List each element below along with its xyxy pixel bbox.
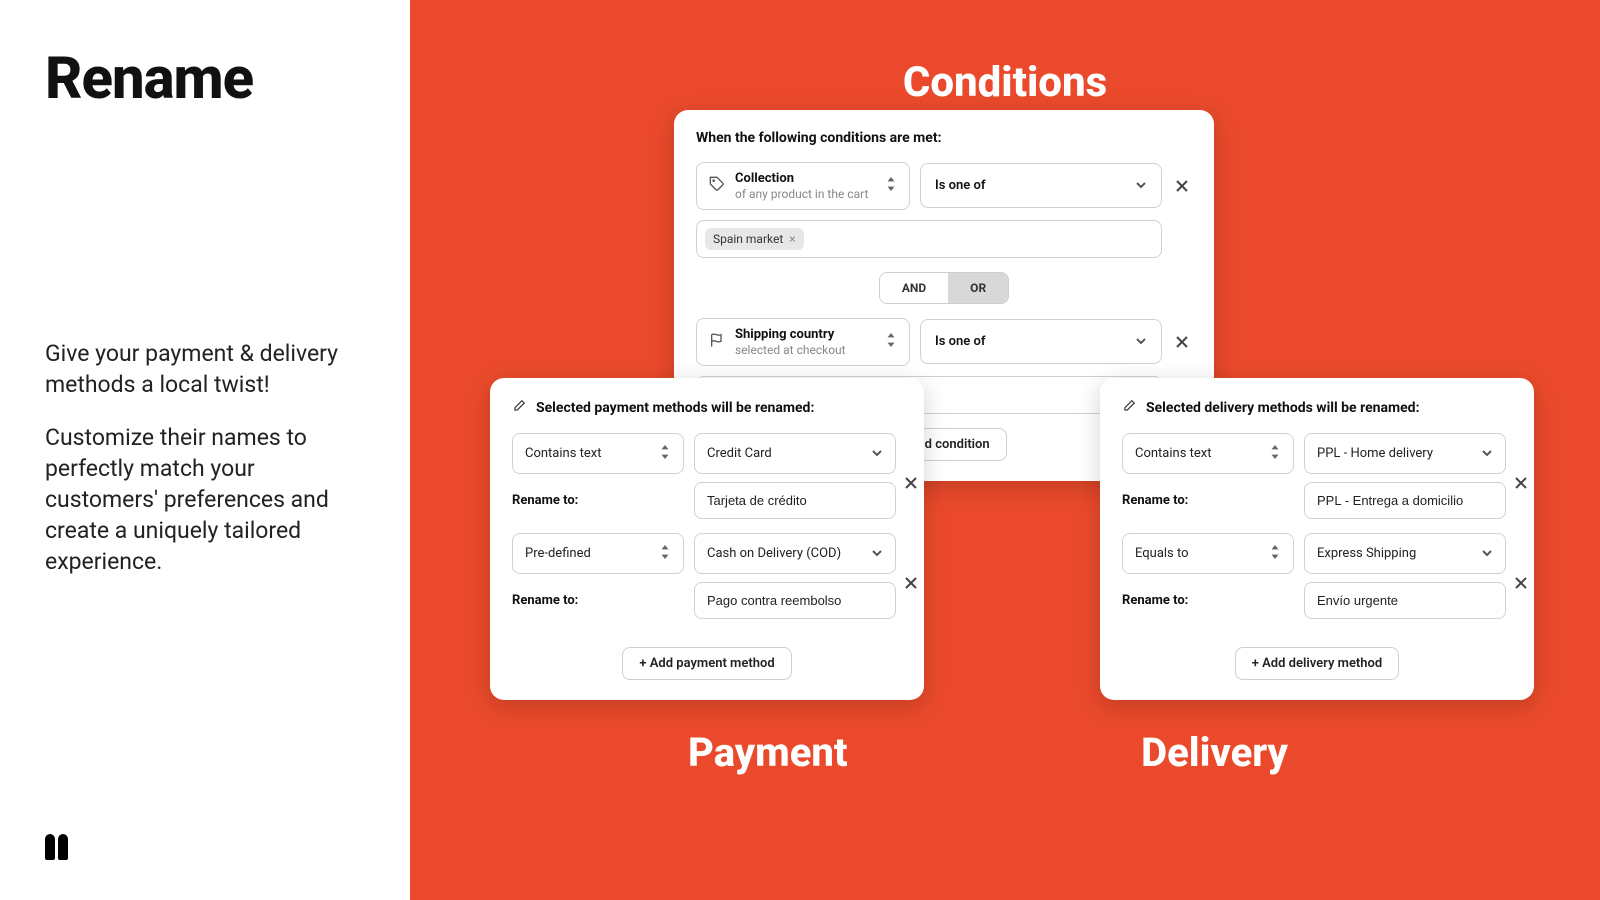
- description-p2: Customize their names to perfectly match…: [45, 422, 365, 577]
- match-type-select[interactable]: Pre-defined: [512, 533, 684, 574]
- payment-header: Selected payment methods will be renamed…: [536, 400, 814, 416]
- operator-select[interactable]: Is one of: [920, 163, 1162, 208]
- method-value-text: PPL - Home delivery: [1317, 446, 1433, 461]
- operator-text: Is one of: [935, 334, 985, 349]
- updown-icon: [1269, 444, 1281, 463]
- method-value-text: Cash on Delivery (COD): [707, 546, 841, 561]
- updown-icon: [1269, 544, 1281, 563]
- match-type-text: Contains text: [525, 446, 602, 461]
- chevron-down-icon: [1135, 176, 1147, 195]
- operator-text: Is one of: [935, 178, 985, 193]
- rename-label: Rename to:: [512, 493, 684, 508]
- chevron-down-icon: [1481, 544, 1493, 563]
- method-value-select[interactable]: Credit Card: [694, 433, 896, 474]
- remove-method-button[interactable]: [1514, 573, 1528, 593]
- match-type-text: Contains text: [1135, 446, 1212, 461]
- delivery-header: Selected delivery methods will be rename…: [1146, 400, 1420, 416]
- match-type-select[interactable]: Contains text: [512, 433, 684, 474]
- method-value-select[interactable]: PPL - Home delivery: [1304, 433, 1506, 474]
- tag-label: Spain market: [713, 232, 783, 246]
- rename-input[interactable]: [694, 582, 896, 619]
- chevron-down-icon: [871, 444, 883, 463]
- operator-select[interactable]: Is one of: [920, 319, 1162, 364]
- condition-type-select[interactable]: Shipping country selected at checkout: [696, 318, 910, 366]
- pencil-icon: [512, 398, 526, 417]
- right-panel: Conditions When the following conditions…: [410, 0, 1600, 900]
- conditions-section-title: Conditions: [903, 58, 1107, 107]
- condition-subtitle: selected at checkout: [735, 343, 846, 357]
- conditions-header: When the following conditions are met:: [696, 130, 942, 146]
- logic-toggle: AND OR: [696, 272, 1192, 304]
- condition-tags-input[interactable]: Spain market ×: [696, 220, 1162, 258]
- updown-icon: [659, 444, 671, 463]
- chevron-down-icon: [1481, 444, 1493, 463]
- condition-title: Shipping country: [735, 327, 846, 343]
- match-type-text: Pre-defined: [525, 546, 591, 561]
- rename-label: Rename to:: [512, 593, 684, 608]
- tag: Spain market ×: [705, 228, 804, 250]
- rename-label: Rename to:: [1122, 593, 1294, 608]
- logic-or-button[interactable]: OR: [948, 273, 1008, 303]
- remove-condition-button[interactable]: [1172, 332, 1192, 352]
- remove-condition-button[interactable]: [1172, 176, 1192, 196]
- payment-card: Selected payment methods will be renamed…: [490, 378, 924, 700]
- brand-logo: [45, 834, 71, 860]
- remove-method-button[interactable]: [904, 473, 918, 493]
- remove-method-button[interactable]: [1514, 473, 1528, 493]
- method-value-select[interactable]: Express Shipping: [1304, 533, 1506, 574]
- condition-type-select[interactable]: Collection of any product in the cart: [696, 162, 910, 210]
- remove-method-button[interactable]: [904, 573, 918, 593]
- condition-title: Collection: [735, 171, 868, 187]
- updown-icon: [885, 332, 897, 351]
- rename-input[interactable]: [1304, 582, 1506, 619]
- delivery-card: Selected delivery methods will be rename…: [1100, 378, 1534, 700]
- updown-icon: [659, 544, 671, 563]
- payment-section-title: Payment: [688, 729, 848, 776]
- add-delivery-method-button[interactable]: + Add delivery method: [1235, 647, 1399, 680]
- method-value-text: Credit Card: [707, 446, 772, 461]
- description-p1: Give your payment & delivery methods a l…: [45, 338, 365, 400]
- tag-remove-icon[interactable]: ×: [789, 232, 795, 246]
- left-panel: Rename Give your payment & delivery meth…: [0, 0, 410, 900]
- page-description: Give your payment & delivery methods a l…: [45, 338, 365, 599]
- method-value-select[interactable]: Cash on Delivery (COD): [694, 533, 896, 574]
- updown-icon: [885, 176, 897, 195]
- rename-input[interactable]: [694, 482, 896, 519]
- match-type-select[interactable]: Contains text: [1122, 433, 1294, 474]
- match-type-select[interactable]: Equals to: [1122, 533, 1294, 574]
- chevron-down-icon: [871, 544, 883, 563]
- pencil-icon: [1122, 398, 1136, 417]
- page-title: Rename: [45, 45, 365, 113]
- add-payment-method-button[interactable]: + Add payment method: [622, 647, 791, 680]
- tag-icon: [709, 176, 725, 196]
- rename-input[interactable]: [1304, 482, 1506, 519]
- logic-and-button[interactable]: AND: [880, 273, 948, 303]
- flag-icon: [709, 332, 725, 352]
- condition-row: Collection of any product in the cart Is…: [696, 162, 1192, 210]
- match-type-text: Equals to: [1135, 546, 1189, 561]
- delivery-section-title: Delivery: [1141, 729, 1288, 776]
- chevron-down-icon: [1135, 332, 1147, 351]
- method-value-text: Express Shipping: [1317, 546, 1416, 561]
- condition-row: Shipping country selected at checkout Is…: [696, 318, 1192, 366]
- rename-label: Rename to:: [1122, 493, 1294, 508]
- condition-subtitle: of any product in the cart: [735, 187, 868, 201]
